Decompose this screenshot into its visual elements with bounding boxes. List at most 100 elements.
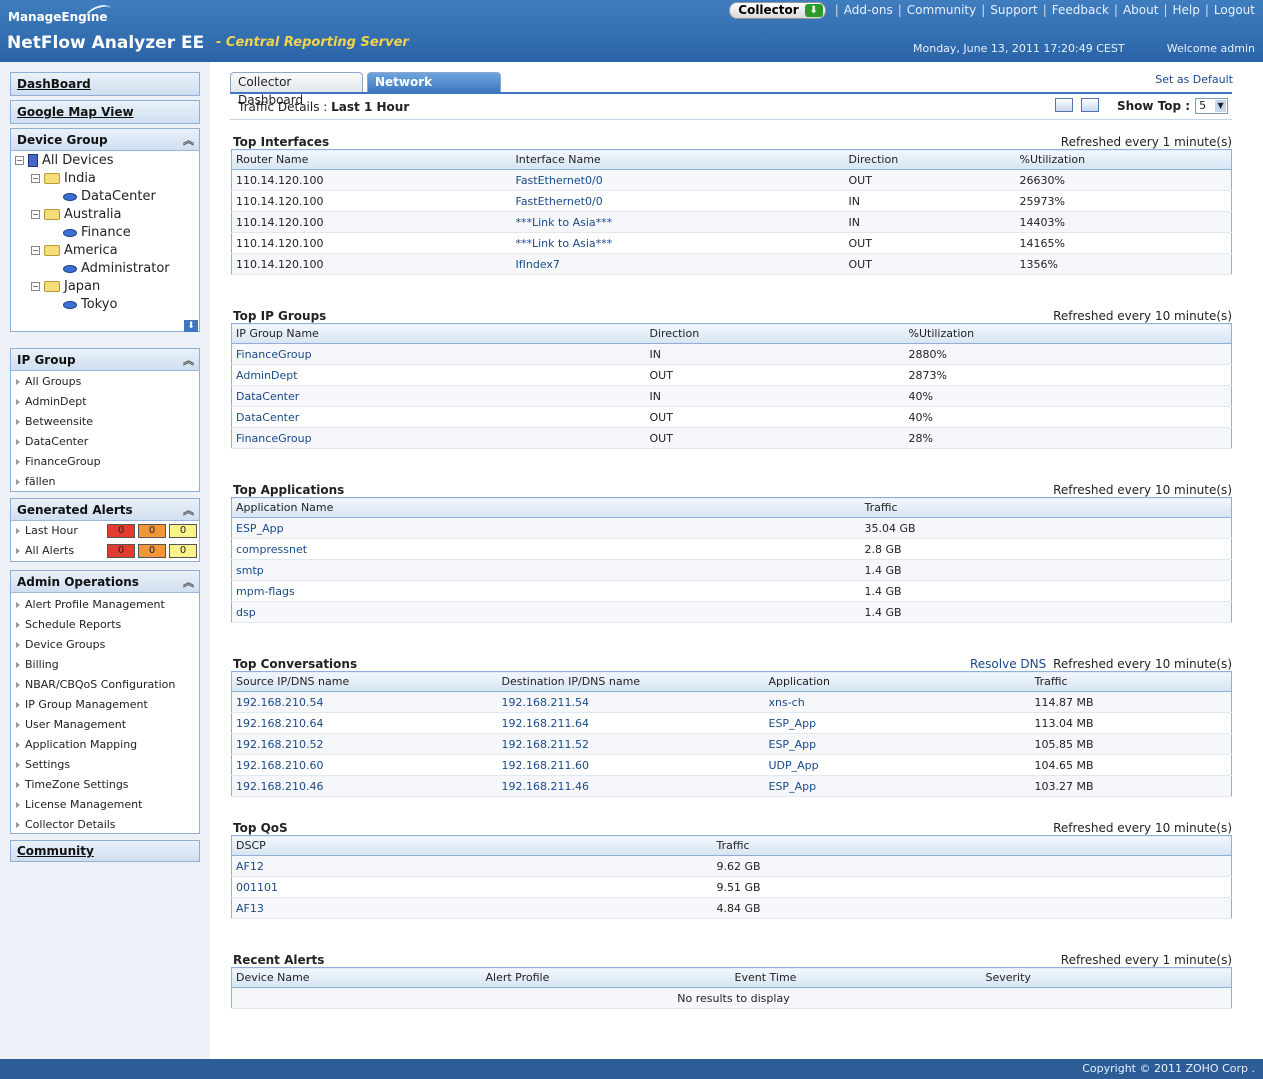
- admin-item[interactable]: License Management: [11, 795, 199, 815]
- nav-addons[interactable]: Add-ons: [844, 3, 893, 17]
- cell-link[interactable]: ESP_App: [769, 738, 817, 751]
- alert-count-badge[interactable]: 0: [138, 524, 166, 538]
- cell-link[interactable]: AdminDept: [236, 369, 298, 382]
- admin-item[interactable]: Device Groups: [11, 635, 199, 655]
- nav-help[interactable]: Help: [1173, 3, 1200, 17]
- scroll-down-icon[interactable]: ⬇: [184, 320, 198, 332]
- alert-count-badge[interactable]: 0: [138, 544, 166, 558]
- cell-link[interactable]: AF13: [236, 902, 264, 915]
- nav-logout[interactable]: Logout: [1214, 3, 1255, 17]
- cell-link[interactable]: 192.168.211.54: [502, 696, 589, 709]
- column-header[interactable]: Destination IP/DNS name: [497, 671, 765, 692]
- column-header[interactable]: Severity: [981, 967, 1232, 988]
- cell-link[interactable]: ***Link to Asia***: [516, 216, 613, 229]
- admin-item[interactable]: NBAR/CBQoS Configuration: [11, 675, 199, 695]
- column-header[interactable]: Alert Profile: [481, 967, 731, 988]
- column-header[interactable]: Source IP/DNS name: [231, 671, 498, 692]
- tab-collector-dashboard[interactable]: Collector Dashboard: [230, 72, 363, 107]
- list-view-icon[interactable]: [1055, 98, 1073, 112]
- column-header[interactable]: Event Time: [730, 967, 982, 988]
- nav-community[interactable]: Community: [907, 3, 976, 17]
- cell-link[interactable]: 192.168.211.64: [502, 717, 589, 730]
- tree-node[interactable]: Finance: [15, 224, 199, 242]
- cell-link[interactable]: DataCenter: [236, 411, 299, 424]
- admin-item[interactable]: Billing: [11, 655, 199, 675]
- cell-link[interactable]: 192.168.211.60: [502, 759, 589, 772]
- admin-item[interactable]: Collector Details: [11, 815, 199, 835]
- cell-link[interactable]: FastEthernet0/0: [516, 195, 603, 208]
- ip-group-item[interactable]: All Groups: [11, 372, 199, 392]
- column-header[interactable]: Traffic: [860, 497, 1232, 518]
- alert-count-badge[interactable]: 0: [169, 524, 197, 538]
- tree-node[interactable]: − India: [15, 170, 199, 188]
- cell-link[interactable]: UDP_App: [769, 759, 819, 772]
- cell-link[interactable]: dsp: [236, 606, 256, 619]
- admin-item[interactable]: Application Mapping: [11, 735, 199, 755]
- tree-expander-icon[interactable]: −: [31, 210, 40, 219]
- ip-group-item[interactable]: fällen: [11, 472, 199, 492]
- tree-node[interactable]: − Australia: [15, 206, 199, 224]
- nav-about[interactable]: About: [1123, 3, 1158, 17]
- collector-button[interactable]: Collector ⬇: [729, 1, 826, 19]
- tree-node[interactable]: − America: [15, 242, 199, 260]
- cell-link[interactable]: mpm-flags: [236, 585, 295, 598]
- column-header[interactable]: IP Group Name: [231, 323, 646, 344]
- column-header[interactable]: %Utilization: [1015, 149, 1232, 170]
- cell-link[interactable]: 192.168.211.46: [502, 780, 589, 793]
- ip-group-item[interactable]: FinanceGroup: [11, 452, 199, 472]
- cell-link[interactable]: smtp: [236, 564, 264, 577]
- cell-link[interactable]: ESP_App: [769, 780, 817, 793]
- ip-group-item[interactable]: Betweensite: [11, 412, 199, 432]
- cell-link[interactable]: 192.168.210.46: [236, 780, 323, 793]
- column-header[interactable]: DSCP: [231, 835, 713, 856]
- admin-item[interactable]: TimeZone Settings: [11, 775, 199, 795]
- grid-view-icon[interactable]: [1081, 98, 1099, 112]
- admin-item[interactable]: IP Group Management: [11, 695, 199, 715]
- alert-row[interactable]: All Alerts 0 0 0: [11, 541, 199, 561]
- column-header[interactable]: Application Name: [231, 497, 861, 518]
- nav-feedback[interactable]: Feedback: [1052, 3, 1109, 17]
- nav-support[interactable]: Support: [990, 3, 1037, 17]
- cell-link[interactable]: DataCenter: [236, 390, 299, 403]
- collapse-icon[interactable]: ︽: [183, 574, 194, 590]
- cell-link[interactable]: 192.168.210.60: [236, 759, 323, 772]
- tree-expander-icon[interactable]: −: [31, 174, 40, 183]
- collapse-icon[interactable]: ︽: [183, 502, 194, 518]
- cell-link[interactable]: 001101: [236, 881, 278, 894]
- cell-link[interactable]: 192.168.210.54: [236, 696, 323, 709]
- collapse-icon[interactable]: ︽: [183, 132, 194, 148]
- collapse-icon[interactable]: ︽: [183, 352, 194, 368]
- tree-node[interactable]: Administrator: [15, 260, 199, 278]
- cell-link[interactable]: FinanceGroup: [236, 348, 312, 361]
- cell-link[interactable]: 192.168.210.64: [236, 717, 323, 730]
- cell-link[interactable]: IfIndex7: [516, 258, 560, 271]
- cell-link[interactable]: FastEthernet0/0: [516, 174, 603, 187]
- cell-link[interactable]: compressnet: [236, 543, 307, 556]
- set-default-link[interactable]: Set as Default: [1155, 73, 1233, 86]
- admin-item[interactable]: Alert Profile Management: [11, 595, 199, 615]
- column-header[interactable]: Router Name: [231, 149, 512, 170]
- column-header[interactable]: Direction: [645, 323, 905, 344]
- resolve-dns-link[interactable]: Resolve DNS: [970, 657, 1046, 671]
- column-header[interactable]: Interface Name: [511, 149, 845, 170]
- admin-item[interactable]: Schedule Reports: [11, 615, 199, 635]
- ip-group-item[interactable]: DataCenter: [11, 432, 199, 452]
- column-header[interactable]: Traffic: [712, 835, 1232, 856]
- tree-expander-icon[interactable]: −: [31, 282, 40, 291]
- alert-row[interactable]: Last Hour 0 0 0: [11, 521, 199, 541]
- alert-count-badge[interactable]: 0: [169, 544, 197, 558]
- tree-node[interactable]: DataCenter: [15, 188, 199, 206]
- google-map-link[interactable]: Google Map View: [11, 101, 199, 123]
- cell-link[interactable]: ***Link to Asia***: [516, 237, 613, 250]
- admin-item[interactable]: User Management: [11, 715, 199, 735]
- community-link[interactable]: Community: [11, 841, 199, 861]
- cell-link[interactable]: 192.168.211.52: [502, 738, 589, 751]
- column-header[interactable]: Device Name: [231, 967, 482, 988]
- tree-node[interactable]: − Japan: [15, 278, 199, 296]
- cell-link[interactable]: 192.168.210.52: [236, 738, 323, 751]
- admin-item[interactable]: Settings: [11, 755, 199, 775]
- cell-link[interactable]: AF12: [236, 860, 264, 873]
- column-header[interactable]: Traffic: [1030, 671, 1232, 692]
- column-header[interactable]: Direction: [844, 149, 1016, 170]
- tree-node[interactable]: Tokyo: [15, 296, 199, 314]
